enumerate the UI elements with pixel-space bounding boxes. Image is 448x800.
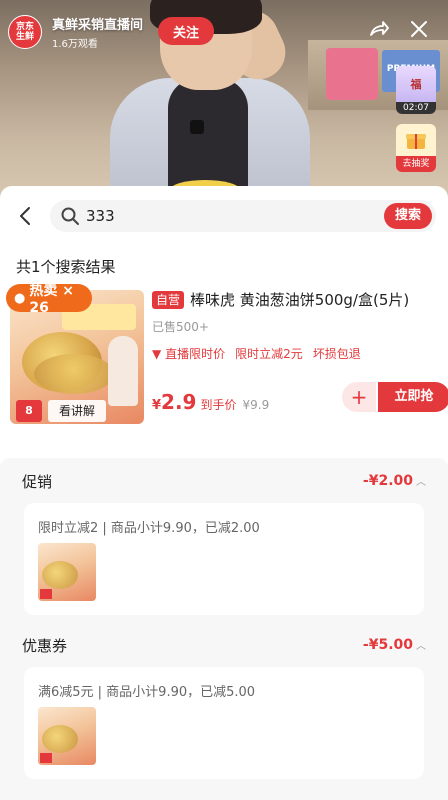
discount-tag: 限时立减2元 [235, 347, 303, 361]
thumbnail-badge [40, 589, 52, 599]
lapel-mic [190, 120, 204, 134]
shop-name: 真鲜采销直播间 [52, 18, 144, 33]
currency-symbol: ¥ [152, 398, 162, 413]
promo-card: 限时立减2 | 商品小计9.90，已减2.00 [24, 503, 424, 615]
shop-info: 真鲜采销直播间 1.6万观看 [52, 14, 143, 50]
original-price: ¥9.9 [242, 398, 270, 412]
hot-sale-label: 热卖 × 26 [29, 283, 74, 316]
thumbnail-badge [40, 753, 52, 763]
guarantee-tag: 坏损包退 [312, 347, 361, 361]
product-info: 自营 棒味虎 黄油葱油饼500g/盒(5片) 已售500+ ▼ 直播限时价 限时… [152, 290, 448, 424]
price-row: ¥ 2.9 到手价 ¥9.9 [152, 390, 269, 414]
coupon-title: 优惠券 [22, 636, 68, 655]
promo-title: 促销 [22, 472, 53, 491]
coupon-product-thumbnail [38, 707, 96, 765]
watch-explain-button[interactable]: 看讲解 [48, 400, 106, 422]
chevron-up-icon: ︿ [416, 641, 426, 652]
live-price-tag-label: 直播限时价 [165, 347, 226, 361]
coupon-desc: 满6减5元 | 商品小计9.90，已减5.00 [38, 685, 256, 700]
pancake-image-2 [34, 354, 114, 394]
self-operated-tag: 自营 [152, 291, 185, 309]
shop-logo[interactable]: 京东 生鲜 [8, 15, 42, 49]
product-title: 棒味虎 黄油葱油饼500g/盒(5片) [190, 291, 410, 309]
coupon-header[interactable]: 优惠券 -¥5.00 ︿ [22, 634, 426, 656]
share-icon[interactable] [368, 18, 390, 40]
search-button[interactable]: 搜索 [384, 203, 432, 229]
lucky-bag-label: 福 [396, 66, 436, 102]
viewer-count: 1.6万观看 [52, 39, 98, 50]
pancake-image [42, 725, 78, 753]
chevron-up-icon: ︿ [416, 477, 426, 488]
lottery-label: 去抽奖 [396, 156, 436, 172]
final-price-label: 到手价 [200, 398, 237, 412]
product-title-row: 自营 棒味虎 黄油葱油饼500g/盒(5片) [152, 290, 440, 310]
thumbnail-number-badge: 8 [16, 400, 42, 422]
final-price: 2.9 [161, 390, 197, 414]
buy-now-button[interactable]: 立即抢 [378, 382, 448, 412]
shop-logo-text-1: 京东 [15, 22, 34, 32]
promo-amount-wrap: -¥2.00 ︿ [363, 473, 426, 489]
search-input[interactable] [86, 204, 336, 228]
shop-logo-text-2: 生鲜 [15, 32, 34, 42]
search-box[interactable]: 搜索 [50, 200, 436, 232]
background-prop [326, 48, 378, 100]
product-card[interactable]: 8 看讲解 ● 热卖 × 26 自营 棒味虎 黄油葱油饼500g/盒(5片) 已… [6, 283, 448, 428]
pancake-image [42, 561, 78, 589]
flame-icon: ● [14, 290, 26, 306]
down-arrow-icon: ▼ [152, 347, 162, 361]
chevron-left-icon[interactable] [14, 202, 38, 230]
coupon-amount: -¥5.00 [362, 637, 413, 653]
gift-icon [396, 124, 436, 156]
coupon-amount-wrap: -¥5.00 ︿ [363, 637, 426, 653]
coupon-card: 满6减5元 | 商品小计9.90，已减5.00 [24, 667, 424, 779]
promo-product-thumbnail [38, 543, 96, 601]
hot-sale-badge: ● 热卖 × 26 [6, 283, 92, 316]
live-price-tag: ▼ 直播限时价 [152, 345, 225, 362]
close-icon[interactable] [408, 18, 430, 40]
sold-count: 已售500+ [152, 320, 209, 334]
thumbnail-model [108, 336, 138, 406]
search-bar-row: 搜索 [0, 198, 448, 234]
result-count: 共1个搜索结果 [16, 258, 116, 276]
lucky-bag-timer: 02:07 [396, 102, 436, 114]
search-icon [60, 206, 80, 226]
promo-amount: -¥2.00 [362, 473, 413, 489]
follow-button[interactable]: 关注 [158, 17, 214, 45]
add-to-cart-button[interactable]: + [342, 382, 376, 412]
product-tags: ▼ 直播限时价 限时立减2元 坏损包退 [152, 345, 440, 362]
lucky-bag-widget[interactable]: 福 02:07 [396, 66, 436, 114]
promo-desc: 限时立减2 | 商品小计9.90，已减2.00 [38, 521, 260, 536]
top-actions [368, 18, 430, 40]
promo-header[interactable]: 促销 -¥2.00 ︿ [22, 470, 426, 492]
lottery-widget[interactable]: 去抽奖 [396, 124, 436, 172]
